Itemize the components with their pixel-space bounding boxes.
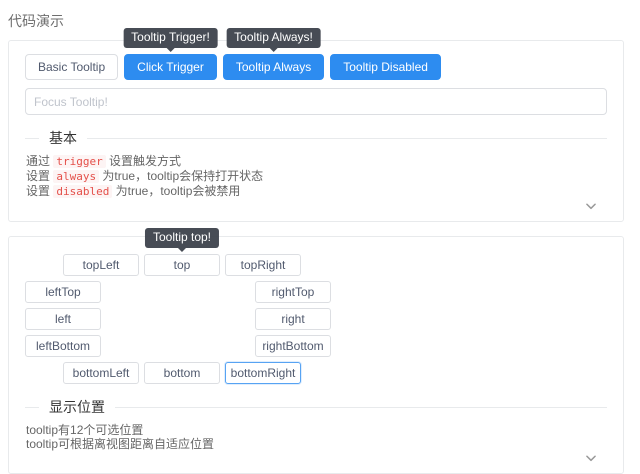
chevron-down-icon — [586, 203, 596, 210]
card-placement: topLeft Tooltip top! top topRight leftTo… — [8, 228, 624, 474]
placement-grid: topLeft Tooltip top! top topRight leftTo… — [25, 228, 331, 384]
placement-row-2: left right — [25, 308, 331, 330]
tooltip-always-button[interactable]: Tooltip Always — [222, 54, 325, 80]
expand-code-button[interactable] — [583, 199, 599, 213]
doc-line: tooltip有12个可选位置 — [26, 423, 144, 437]
code-trigger: trigger — [53, 155, 106, 168]
placement-row-top: topLeft Tooltip top! top topRight — [25, 228, 331, 276]
expand-code-button[interactable] — [583, 451, 599, 465]
section-divider-basic: 基本 — [25, 128, 607, 148]
card-basic: Basic Tooltip Tooltip Trigger! Click Tri… — [8, 28, 624, 222]
doc-text: 为true，tooltip会保持打开状态 — [99, 169, 264, 183]
doc-text: 设置触发方式 — [105, 154, 182, 168]
doc-line: 设置 always 为true，tooltip会保持打开状态 — [25, 169, 607, 184]
chevron-down-icon — [586, 455, 596, 462]
tooltip-trigger-popup: Tooltip Trigger! — [123, 28, 218, 52]
section-title-placement: 显示位置 — [49, 399, 105, 415]
tooltip-top-popup: Tooltip top! — [144, 228, 220, 252]
placement-row-3: leftBottom rightBottom — [25, 335, 331, 357]
code-always: always — [53, 170, 100, 183]
tooltip-always-popup: Tooltip Always! — [226, 28, 321, 52]
tooltip-always-wrap: Tooltip Always! Tooltip Always — [222, 28, 325, 80]
placement-button-righttop[interactable]: rightTop — [255, 281, 331, 303]
placement-button-topright[interactable]: topRight — [225, 254, 301, 276]
placement-button-bottomleft[interactable]: bottomLeft — [63, 362, 139, 384]
section-title-basic: 基本 — [49, 130, 77, 146]
focus-tooltip-input[interactable] — [25, 88, 607, 115]
doc-line: 设置 disabled 为true，tooltip会被禁用 — [25, 184, 607, 199]
doc-text: 为true，tooltip会被禁用 — [112, 184, 241, 198]
placement-button-topleft[interactable]: topLeft — [63, 254, 139, 276]
doc-text: 设置 — [26, 169, 54, 183]
code-disabled: disabled — [53, 185, 113, 198]
placement-button-lefttop[interactable]: leftTop — [25, 281, 101, 303]
doc-line: tooltip可根据离视图距离自适应位置 — [26, 437, 215, 451]
placement-button-right[interactable]: right — [255, 308, 331, 330]
placement-button-top[interactable]: top — [144, 254, 220, 276]
click-trigger-wrap: Tooltip Trigger! Click Trigger — [123, 28, 218, 80]
doc-text: 设置 — [26, 184, 54, 198]
placement-row-1: leftTop rightTop — [25, 281, 331, 303]
placement-button-bottom[interactable]: bottom — [144, 362, 220, 384]
placement-button-left[interactable]: left — [25, 308, 101, 330]
placement-button-leftbottom[interactable]: leftBottom — [25, 335, 101, 357]
doc-line: 通过 trigger 设置触发方式 — [25, 154, 607, 169]
click-trigger-button[interactable]: Click Trigger — [124, 54, 217, 80]
placement-button-bottomright[interactable]: bottomRight — [225, 362, 301, 384]
placement-button-rightbottom[interactable]: rightBottom — [255, 335, 331, 357]
placement-row-bottom: bottomLeft bottom bottomRight — [25, 362, 331, 384]
section-divider-placement: 显示位置 — [25, 397, 607, 417]
top-button-wrap: Tooltip top! top — [144, 228, 220, 276]
trigger-button-row: Basic Tooltip Tooltip Trigger! Click Tri… — [25, 28, 607, 80]
tooltip-disabled-button[interactable]: Tooltip Disabled — [330, 54, 441, 80]
doc-text: 通过 — [26, 154, 54, 168]
basic-tooltip-button[interactable]: Basic Tooltip — [25, 54, 119, 80]
